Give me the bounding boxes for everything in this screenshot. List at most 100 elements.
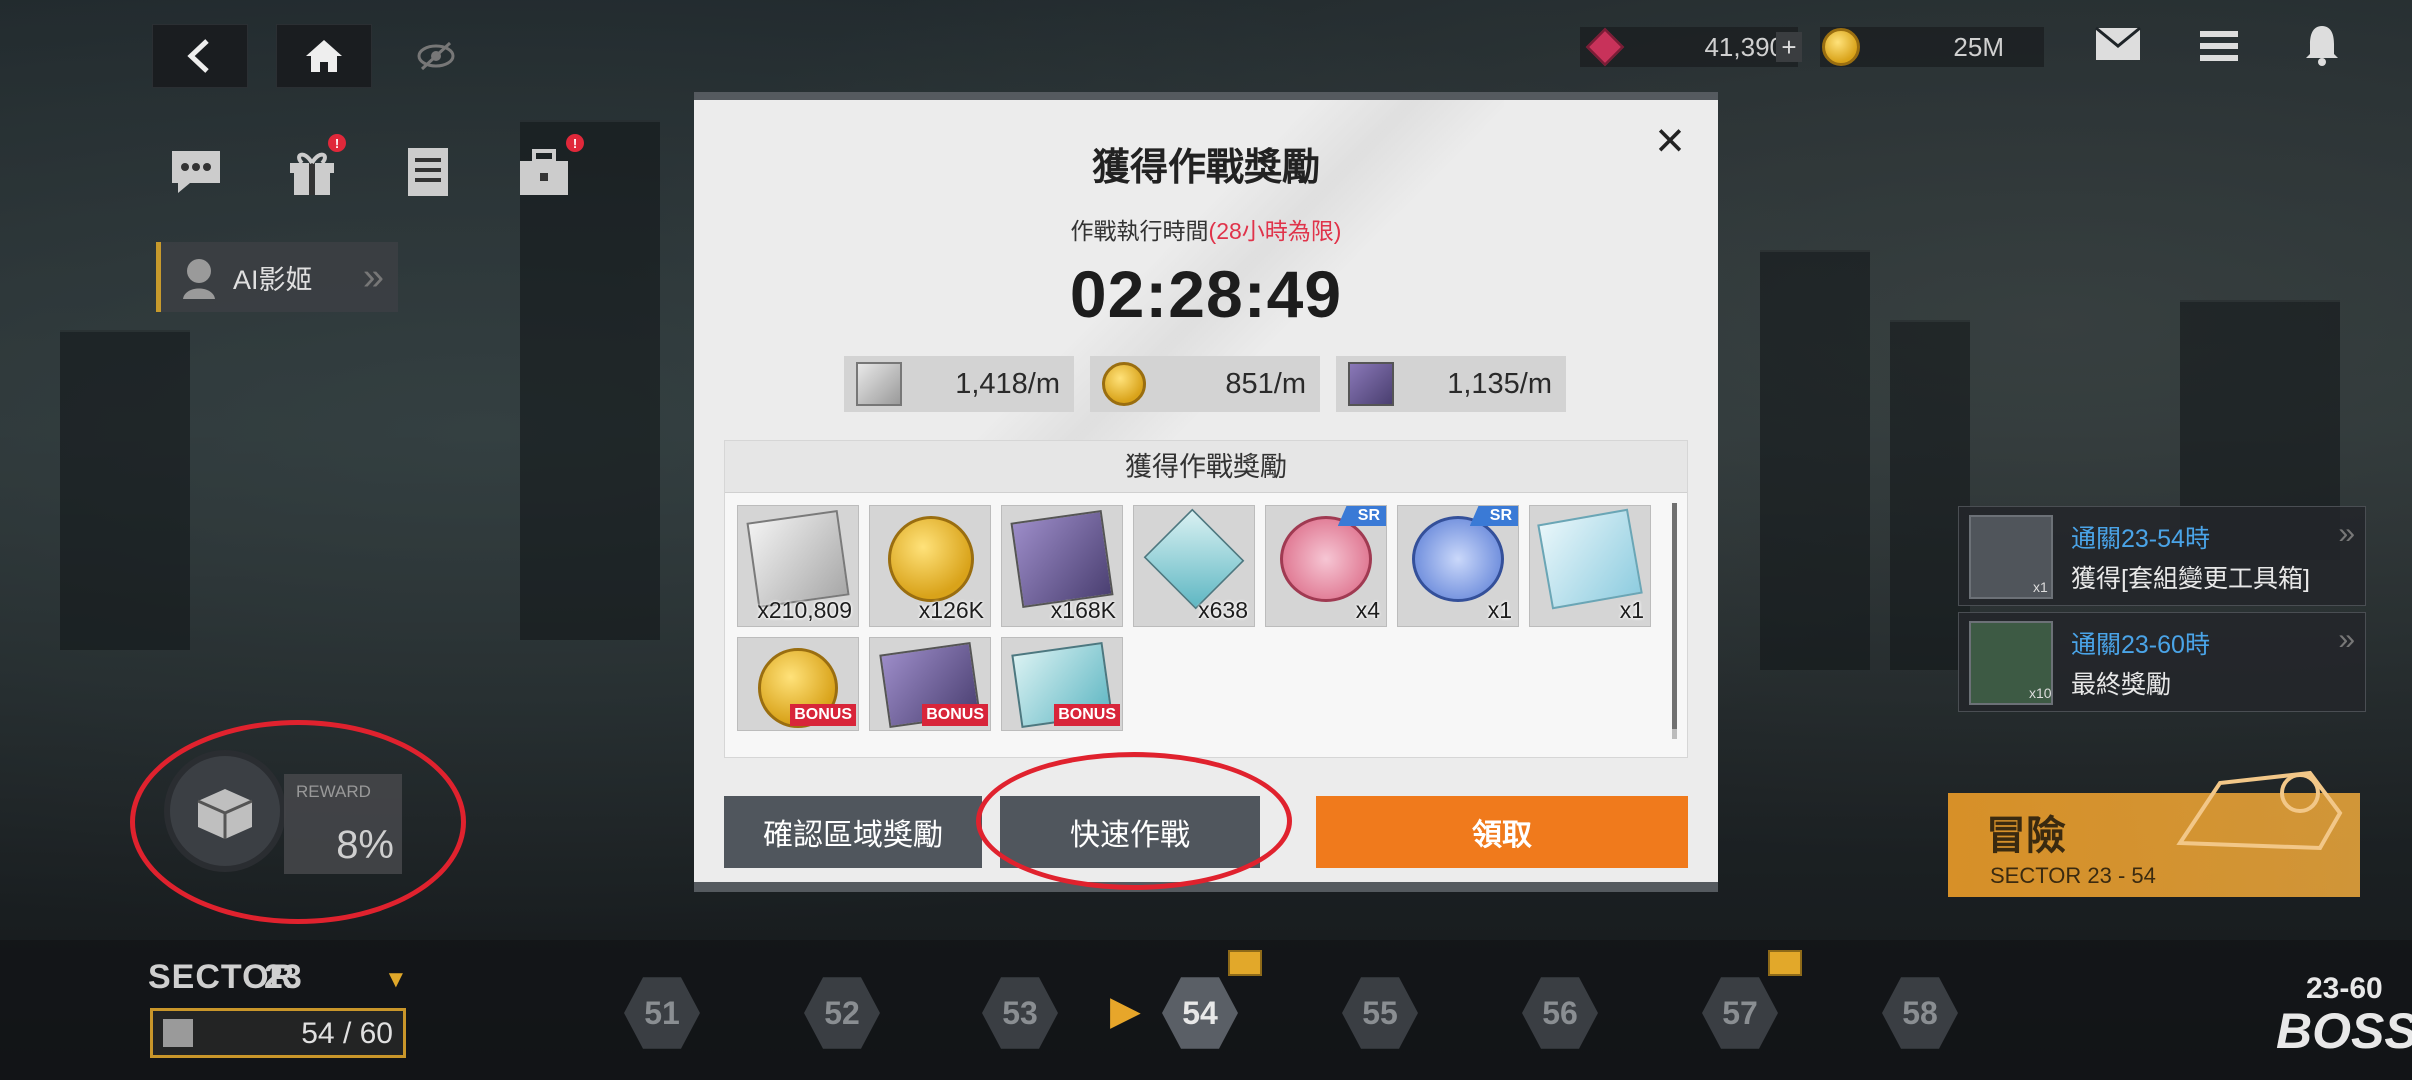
reward-item[interactable]: SR x1	[1397, 505, 1519, 627]
chat-icon[interactable]	[166, 142, 226, 202]
rarity-tag: SR	[1469, 506, 1518, 526]
double-chevron-icon: »	[362, 255, 384, 298]
core-dust-icon	[1010, 510, 1114, 608]
double-chevron-icon: »	[2338, 623, 2355, 656]
execution-time-text: 作戰執行時間	[1070, 218, 1209, 244]
mail-icon[interactable]	[2094, 26, 2142, 72]
core-dust-rate: 1,135/m	[1336, 356, 1566, 412]
sector-dropdown-icon[interactable]: ▼	[384, 966, 408, 994]
notification-bell-icon[interactable]	[2304, 24, 2340, 76]
reward-item[interactable]: x638	[1133, 505, 1255, 627]
gem-icon	[1585, 27, 1625, 67]
bonus-tag: BONUS	[790, 704, 856, 726]
quest-title: 通關23-54時	[2071, 525, 2210, 553]
reward-list-scroll-thumb[interactable]	[1672, 503, 1677, 729]
reward-item-qty: x1	[1619, 597, 1644, 623]
mission-list-icon[interactable]	[398, 142, 458, 202]
stage-chest-icon	[1768, 950, 1802, 976]
reward-item-qty: x126K	[918, 597, 984, 623]
reward-item[interactable]: SR x4	[1265, 505, 1387, 627]
execution-time-limit: (28小時為限)	[1208, 218, 1342, 244]
adventure-button[interactable]: 冒險 SECTOR 23 - 54	[1948, 770, 2360, 897]
claim-button[interactable]: 領取	[1316, 796, 1688, 868]
gem-counter: 41,390	[1580, 27, 1798, 67]
quest-qty: x1	[2033, 579, 2048, 595]
exp-rate-value: 1,418/m	[955, 367, 1060, 400]
close-icon[interactable]: ×	[1646, 115, 1694, 166]
reward-item[interactable]: x210,809	[737, 505, 859, 627]
boss-text: BOSS	[2276, 1003, 2412, 1059]
reward-item-qty: x1	[1487, 597, 1512, 623]
blue-module-icon	[1412, 516, 1504, 602]
gem-amount: 41,390	[1704, 31, 1784, 62]
execution-timer: 02:28:49	[1069, 257, 1343, 331]
reward-item[interactable]: x1	[1529, 505, 1651, 627]
bonus-tag: BONUS	[922, 704, 988, 726]
quest-card[interactable]: x1 通關23-54時 獲得[套組變更工具箱] »	[1958, 506, 2366, 606]
double-chevron-icon: »	[2338, 517, 2355, 550]
dialog-title: 獲得作戰獎勵	[1091, 147, 1320, 189]
reward-item-qty: x638	[1198, 597, 1248, 623]
hide-ui-eye-icon[interactable]	[416, 36, 456, 81]
reward-list-panel: 獲得作戰獎勵 x210,809 x126K x168K x638 SR x4 S…	[724, 440, 1688, 758]
current-stage-arrow-icon: ▶	[1110, 989, 1141, 1033]
credit-coin-icon	[1822, 28, 1860, 66]
gift-alert-badge: !	[328, 134, 346, 152]
credit-amount: 25M	[1953, 31, 2004, 62]
reward-item-bonus[interactable]: BONUS	[1001, 637, 1123, 731]
back-button[interactable]	[152, 24, 248, 88]
exp-rate: 1,418/m	[844, 356, 1074, 412]
adventure-label: 冒險	[1986, 814, 2066, 858]
add-gems-button[interactable]: +	[1776, 32, 1802, 62]
menu-icon[interactable]	[2200, 28, 2238, 73]
sector-progress-text: 54 / 60	[301, 1017, 393, 1050]
quest-title: 通關23-60時	[2071, 631, 2210, 659]
ai-assistant-button[interactable]: AI影姬 »	[156, 242, 398, 312]
credit-rate-value: 851/m	[1225, 367, 1306, 400]
reward-item-bonus[interactable]: BONUS	[737, 637, 859, 731]
reward-item[interactable]: x168K	[1001, 505, 1123, 627]
highlight-circle-quick-battle	[976, 752, 1292, 890]
vehicle-emblem-icon	[2176, 770, 2343, 851]
briefcase-icon[interactable]: !	[514, 134, 584, 202]
quest-desc: 最終獎勵	[2071, 671, 2172, 699]
home-icon	[306, 40, 342, 72]
sector-number: 23	[264, 958, 302, 996]
sector-progress-box: 54 / 60	[150, 1008, 406, 1058]
credit-coin-icon	[1102, 362, 1146, 406]
home-button[interactable]	[276, 24, 372, 88]
boss-stage-label: 23-60	[2306, 972, 2383, 1005]
chest-icon	[163, 1019, 193, 1047]
exp-book-icon	[746, 510, 850, 608]
credit-rate: 851/m	[1090, 356, 1320, 412]
quest-card[interactable]: x10 通關23-60時 最終獎勵 »	[1958, 612, 2366, 712]
highlight-circle-reward	[130, 720, 466, 924]
ai-assistant-label: AI影姬	[233, 264, 313, 295]
girl-silhouette-icon	[183, 259, 215, 299]
briefcase-alert-badge: !	[566, 134, 584, 152]
stage-chest-icon	[1228, 950, 1262, 976]
bonus-tag: BONUS	[1054, 704, 1120, 726]
rarity-tag: SR	[1337, 506, 1386, 526]
quest-desc: 獲得[套組變更工具箱]	[2071, 565, 2310, 593]
reward-list-header: 獲得作戰獎勵	[725, 441, 1687, 493]
credit-counter: 25M	[1820, 27, 2044, 67]
credit-coin-icon	[888, 516, 974, 602]
execution-time-label: 作戰執行時間(28小時為限)	[694, 212, 1718, 246]
pink-module-icon	[1280, 516, 1372, 602]
core-dust-icon	[1348, 362, 1394, 406]
quest-qty: x10	[2029, 685, 2052, 701]
module-box-icon	[1537, 508, 1643, 610]
adventure-sector: SECTOR 23 - 54	[1990, 863, 2156, 888]
gift-icon[interactable]: !	[282, 134, 346, 202]
reward-item-qty: x4	[1355, 597, 1380, 623]
reward-item[interactable]: x126K	[869, 505, 991, 627]
confirm-area-reward-button[interactable]: 確認區域獎勵	[724, 796, 982, 868]
core-dust-rate-value: 1,135/m	[1447, 367, 1552, 400]
reward-item-qty: x210,809	[757, 597, 852, 623]
exp-book-icon	[856, 362, 902, 406]
battle-data-icon	[1143, 508, 1245, 610]
chevron-left-icon	[187, 39, 209, 73]
reward-item-qty: x168K	[1050, 597, 1116, 623]
reward-item-bonus[interactable]: BONUS	[869, 637, 991, 731]
